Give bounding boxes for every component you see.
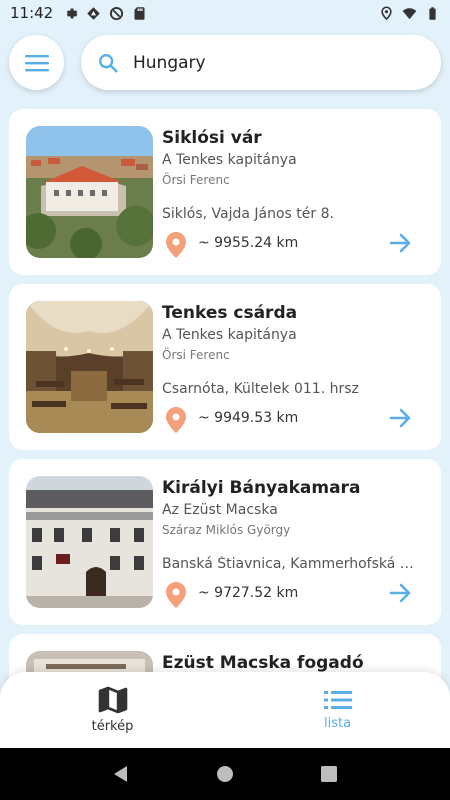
back-icon[interactable] [113,765,129,783]
nav-tab-list[interactable]: lista [225,672,450,748]
place-title: Tenkes csárda [162,303,298,323]
place-title: Ezüst Macska fogadó [162,653,364,673]
search-bar [81,35,441,90]
battery-icon [429,6,436,20]
place-book-title: Az Ezüst Macska [162,502,278,518]
place-distance: ~ 9949.53 km [198,410,299,426]
place-distance: ~ 9955.24 km [198,235,299,251]
place-book-title: A Tenkes kapitánya [162,327,297,343]
place-title: Siklósi vár [162,128,262,148]
hamburger-menu-icon [24,54,49,71]
place-author: Száraz Miklós György [162,523,291,537]
vpn-icon [110,6,124,20]
location-icon [381,5,392,20]
place-card[interactable]: Tenkes csárda A Tenkes kapitánya Örsi Fe… [9,284,441,450]
settings-icon [66,8,78,18]
system-navigation-bar [0,748,450,800]
status-right-icons [379,5,440,21]
place-title: Királyi Bányakamara [162,478,361,498]
arrow-right-icon[interactable] [389,583,413,603]
place-photo [26,126,153,258]
wifi-icon [402,7,417,19]
place-photo [26,301,153,433]
app-icon [87,6,100,20]
location-pin-icon [166,232,186,258]
place-card[interactable]: Siklósi vár A Tenkes kapitánya Örsi Fere… [9,109,441,275]
status-bar: 11:42 [0,0,450,26]
location-pin-icon [166,407,186,433]
nav-tab-list-label: lista [323,716,352,731]
recents-icon[interactable] [320,766,337,782]
place-photo [26,476,153,608]
nav-tab-map[interactable]: térkép [0,672,225,748]
arrow-right-icon[interactable] [389,408,413,428]
arrow-right-icon[interactable] [389,233,413,253]
map-icon [98,686,127,714]
list-icon [323,691,352,709]
location-pin-icon [166,582,186,608]
place-address: Csarnóta, Kültelek 011. hrsz [162,381,359,397]
home-icon[interactable] [216,765,234,783]
place-address: Siklós, Vajda János tér 8. [162,206,334,222]
nav-tab-map-label: térkép [91,719,134,734]
sd-card-icon [134,6,145,20]
menu-button[interactable] [9,35,64,90]
search-icon [99,53,118,73]
place-author: Örsi Ferenc [162,173,230,187]
search-input[interactable] [133,52,403,73]
place-distance: ~ 9727.52 km [198,585,299,601]
place-address: Banská Štiavnica, Kammerhofská 1... [162,556,420,572]
place-author: Örsi Ferenc [162,348,230,362]
status-left-icons [63,6,147,21]
status-time: 11:42 [10,4,54,22]
bottom-navigation: térkép lista [0,672,450,748]
place-card[interactable]: Királyi Bányakamara Az Ezüst Macska Szár… [9,459,441,625]
place-book-title: A Tenkes kapitánya [162,152,297,168]
